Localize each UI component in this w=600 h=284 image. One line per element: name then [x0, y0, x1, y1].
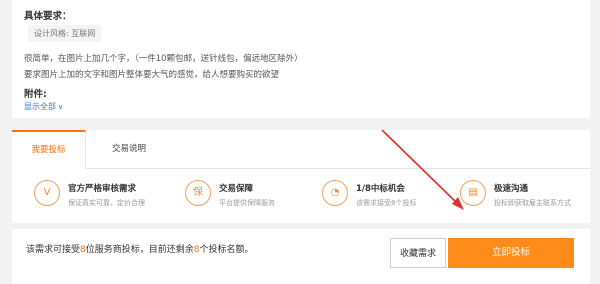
feature-title: 官方严格审核需求 — [68, 184, 137, 194]
feature-desc: 投标即获取雇主联系方式 — [494, 199, 571, 207]
feature-desc: 该需求接受8个投标 — [356, 199, 417, 207]
quota-text-a: 该需求可接受 — [26, 245, 81, 255]
attachments-label: 附件: — [24, 89, 47, 100]
tab-bid[interactable]: 我要投标 — [12, 130, 86, 169]
feature-title: 1/8中标机会 — [356, 184, 405, 194]
bid-quota-text: 该需求可接受8位服务商投标，目前还剩余8个投标名额。 — [26, 242, 254, 255]
bid-now-button[interactable]: 立即投标 — [448, 238, 574, 268]
favorite-button[interactable]: 收藏需求 — [390, 238, 446, 268]
show-all-link[interactable]: 显示全部 ∨ — [24, 101, 63, 112]
design-style-tag: 设计风格: 互联网 — [28, 25, 102, 42]
feature-desc: 保证真实可靠，定价合理 — [68, 199, 145, 207]
requirement-line-2: 要求图片上加的文字和图片整体要大气的感觉，给人想要购买的欲望 — [24, 70, 280, 80]
chat-icon: ▤ — [460, 180, 486, 206]
feature-desc: 平台提供保障服务 — [219, 199, 275, 207]
requirements-title: 具体要求： — [24, 11, 72, 22]
shield-icon: 保 — [185, 180, 211, 206]
v-check-icon: V — [34, 180, 60, 206]
bid-action-bar: 该需求可接受8位服务商投标，目前还剩余8个投标名额。 收藏需求 立即投标 — [12, 229, 590, 284]
requirements-panel: 具体要求： 设计风格: 互联网 很简单，在图片上加几个字，（一件10颗包邮，送针… — [12, 0, 590, 118]
features-row: V 官方严格审核需求 保证真实可靠，定价合理 保 交易保障 平台提供保障服务 ◔… — [12, 169, 590, 223]
requirement-line-1: 很简单，在图片上加几个字，（一件10颗包邮，送针线包，偏远地区除外） — [24, 54, 303, 64]
chance-icon: ◔ — [322, 180, 348, 206]
quota-text-c: 个投标名额。 — [199, 245, 254, 255]
tab-transaction-info[interactable]: 交易说明 — [86, 130, 172, 168]
tab-bar: 我要投标 交易说明 — [12, 130, 590, 169]
quota-text-b: 位服务商投标，目前还剩余 — [85, 245, 194, 255]
feature-title: 交易保障 — [219, 184, 254, 194]
chevron-down-icon: ∨ — [58, 103, 64, 111]
section-gap — [0, 118, 600, 130]
feature-title: 极速沟通 — [494, 184, 529, 194]
show-all-label: 显示全部 — [24, 102, 56, 111]
